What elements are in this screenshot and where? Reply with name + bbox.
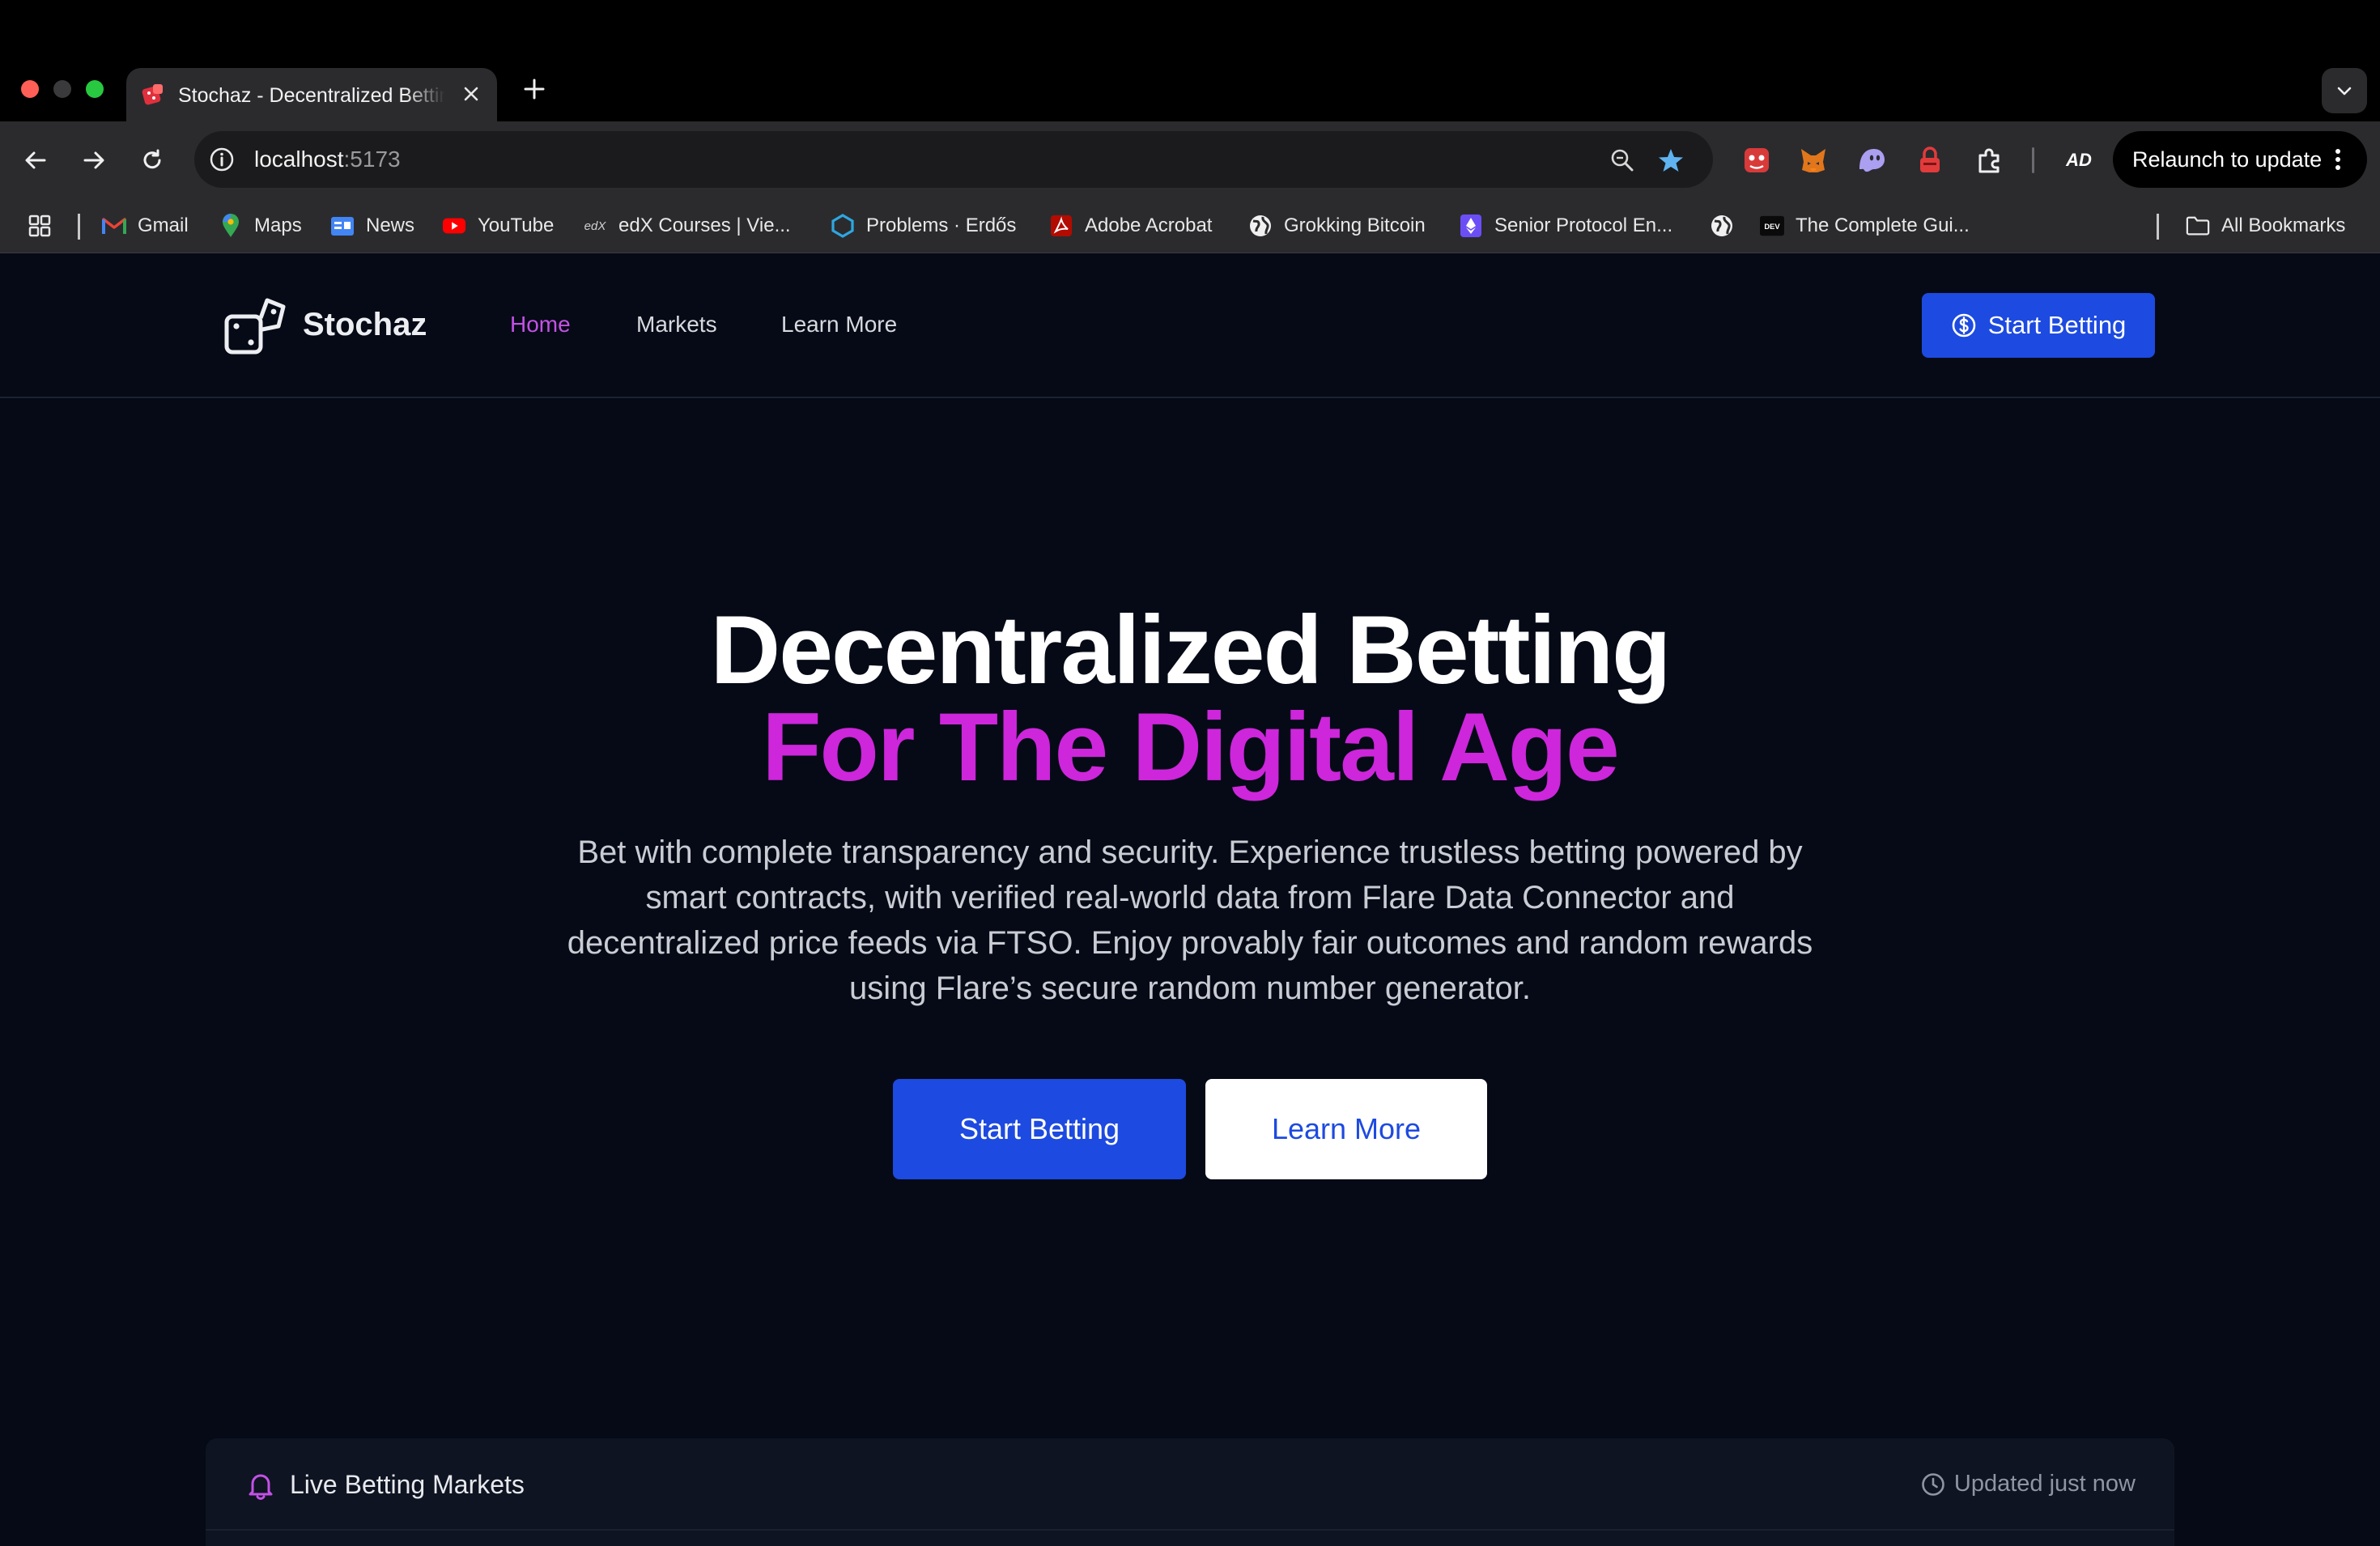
hero-description: Bet with complete transparency and secur… — [567, 835, 1813, 1006]
bookmark-grokking-bitcoin[interactable]: Grokking Bitcoin — [1248, 210, 1426, 241]
browser-toolbar: localhost:5173 AD Relaunch to update — [0, 121, 2380, 199]
bookmark-edx[interactable]: edX edX Courses | Vie... — [583, 210, 791, 241]
dollar-coin-icon — [1952, 313, 1976, 338]
site-header: Stochaz Home Markets Learn More Start Be… — [0, 253, 2380, 398]
bookmark-divider — [2157, 214, 2159, 240]
updated-text: Updated just now — [1953, 1471, 2136, 1497]
bookmark-star-icon[interactable] — [1653, 142, 1689, 178]
tab-search-chevron-icon[interactable] — [2322, 68, 2367, 113]
svg-text:DEV: DEV — [1764, 223, 1780, 231]
bookmark-erdos-problems[interactable]: Problems · Erdős — [831, 210, 1016, 241]
reload-icon[interactable] — [133, 141, 172, 180]
relaunch-to-update-button[interactable]: Relaunch to update — [2113, 131, 2367, 188]
bookmark-senior-protocol[interactable]: Senior Protocol En... — [1459, 210, 1672, 241]
bookmark-maps[interactable]: Maps — [219, 210, 302, 241]
hexagon-icon — [831, 214, 855, 238]
ghost-wallet-icon[interactable] — [1854, 142, 1889, 178]
site-info-icon[interactable] — [206, 143, 238, 176]
bell-icon — [249, 1474, 273, 1500]
page-viewport: Stochaz Home Markets Learn More Start Be… — [0, 253, 2380, 1546]
browser-tab-strip: Stochaz - Decentralized Betting — [0, 0, 2380, 121]
bookmark-divider — [78, 214, 80, 240]
all-bookmarks-folder[interactable]: All Bookmarks — [2186, 210, 2345, 241]
bookmark-dev[interactable]: DEV The Complete Gui... — [1760, 210, 1970, 241]
header-cta-label: Start Betting — [1987, 311, 2127, 339]
live-markets-header: Live Betting Markets Updated just now — [206, 1438, 2174, 1531]
bookmark-news[interactable]: News — [330, 210, 414, 241]
globe-icon — [1248, 214, 1273, 238]
gmail-icon — [102, 214, 126, 238]
metamask-fox-icon[interactable] — [1796, 142, 1831, 178]
bookmark-youtube[interactable]: YouTube — [442, 210, 554, 241]
bookmark-gmail[interactable]: Gmail — [102, 210, 189, 241]
news-icon — [330, 214, 355, 238]
profile-avatar[interactable]: AD — [2059, 141, 2098, 180]
header-start-betting-button[interactable]: Start Betting — [1922, 293, 2155, 358]
relaunch-label: Relaunch to update — [2132, 147, 2323, 172]
bookmarks-bar: Gmail Maps News YouTube edX edX Courses … — [0, 199, 2380, 253]
edx-icon: edX — [584, 219, 606, 233]
acrobat-icon — [1049, 214, 1073, 238]
dev-icon: DEV — [1760, 214, 1784, 238]
forward-arrow-icon[interactable] — [74, 141, 113, 180]
nav-home[interactable]: Home — [510, 312, 571, 338]
close-window-button[interactable] — [21, 80, 39, 98]
updated-status: Updated just now — [1920, 1471, 2136, 1497]
hero-start-betting-button[interactable]: Start Betting — [893, 1079, 1186, 1179]
dice-favicon-icon — [142, 84, 163, 105]
bookmark-adobe-acrobat[interactable]: Adobe Acrobat — [1049, 210, 1212, 241]
clock-icon — [1922, 1472, 1944, 1496]
apps-grid-icon[interactable] — [28, 210, 52, 241]
minimize-window-button[interactable] — [53, 80, 71, 98]
extension-red-icon[interactable] — [1739, 142, 1774, 178]
nav-markets[interactable]: Markets — [636, 312, 717, 338]
folder-icon — [2186, 214, 2210, 238]
back-arrow-icon[interactable] — [16, 141, 55, 180]
menu-kebab-icon[interactable] — [2323, 145, 2352, 174]
dice-logo-icon — [224, 298, 286, 355]
globe-icon — [1710, 214, 1734, 238]
maps-icon — [219, 214, 243, 238]
zoom-icon[interactable] — [1606, 144, 1638, 176]
browser-tab-active[interactable]: Stochaz - Decentralized Betting — [126, 68, 497, 121]
tab-close-icon[interactable] — [457, 79, 486, 108]
live-markets-title: Live Betting Markets — [290, 1470, 525, 1499]
maximize-window-button[interactable] — [86, 80, 104, 98]
youtube-icon — [442, 214, 466, 238]
extensions-puzzle-icon[interactable] — [1972, 142, 2008, 178]
hero-learn-more-button[interactable]: Learn More — [1205, 1079, 1487, 1179]
new-tab-plus-icon[interactable] — [518, 73, 550, 105]
nav-learn-more[interactable]: Learn More — [781, 312, 897, 338]
ethereum-icon — [1459, 214, 1483, 238]
bookmark-globe[interactable] — [1710, 210, 1734, 241]
toolbar-divider — [2032, 147, 2034, 173]
hero-subtitle: For The Digital Age — [762, 693, 1620, 801]
red-lock-extension-icon[interactable] — [1912, 142, 1948, 178]
brand-name[interactable]: Stochaz — [303, 307, 427, 343]
hero-title: Decentralized Betting — [710, 596, 1672, 704]
live-markets-card: Live Betting Markets Updated just now — [206, 1438, 2174, 1546]
address-bar[interactable]: localhost:5173 — [194, 131, 1713, 188]
tab-title: Stochaz - Decentralized Betting — [178, 84, 445, 107]
url-text: localhost:5173 — [254, 147, 401, 172]
